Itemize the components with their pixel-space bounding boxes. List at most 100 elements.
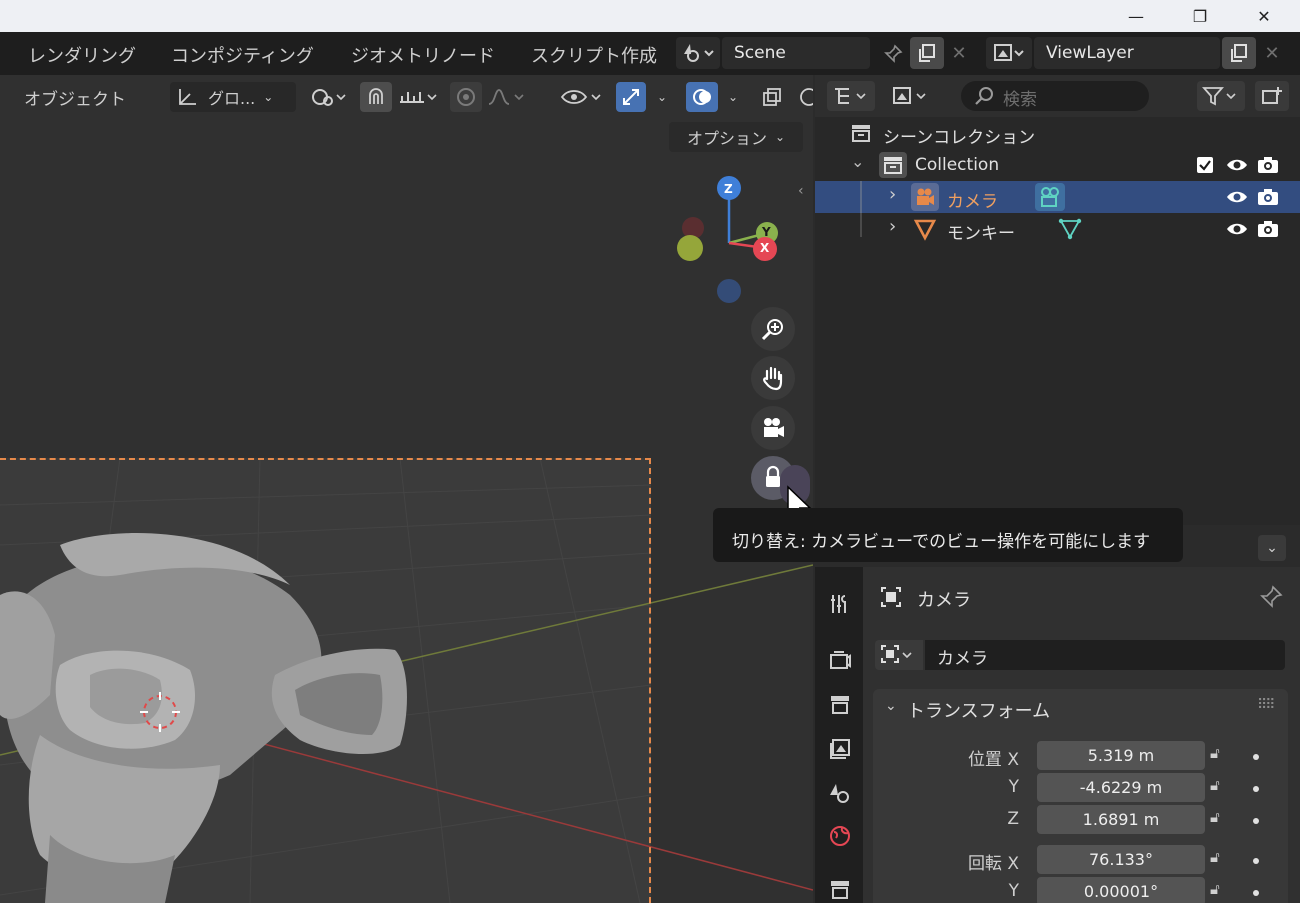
collection-row[interactable]: ⌄ Collection — [815, 149, 1300, 181]
filter-layer-dropdown[interactable] — [887, 81, 935, 111]
scene-collection-row[interactable]: シーンコレクション — [815, 117, 1300, 149]
outliner: 検索 シーンコレクション ⌄ Collection › カメラ › モンキー — [815, 75, 1300, 525]
filter-dropdown[interactable] — [1197, 81, 1245, 111]
transform-panel-header[interactable]: ⌄ トランスフォーム ⠿⠿ — [873, 689, 1288, 729]
properties-editor: ⌄ カメラ カメラ ⌄ トランスフォーム ⠿⠿ 位置 X 5.319 m 🔓︎ … — [815, 527, 1300, 903]
tab-scripting[interactable]: スクリプト作成 — [531, 42, 657, 68]
keyframe-dot[interactable] — [1253, 858, 1259, 864]
scene-name-field[interactable]: Scene — [722, 37, 870, 69]
camera-data-icon[interactable] — [1035, 183, 1065, 211]
xray-toggle[interactable] — [756, 82, 788, 112]
snap-toggle[interactable] — [360, 82, 392, 112]
render-camera-icon[interactable] — [1256, 187, 1280, 207]
close-window-button[interactable]: ✕ — [1232, 0, 1296, 32]
new-view-layer-button[interactable] — [1222, 37, 1256, 69]
object-name-field[interactable]: カメラ — [925, 640, 1285, 670]
rotation-y-label: Y — [1008, 881, 1019, 901]
transform-orientation-dropdown[interactable]: グロ... ⌄ — [170, 82, 296, 112]
tab-geometry-nodes[interactable]: ジオメトリノード — [351, 42, 495, 68]
object-data-browse-button[interactable] — [875, 640, 923, 670]
outliner-item-camera[interactable]: › カメラ — [815, 181, 1300, 213]
mesh-data-icon[interactable] — [1058, 217, 1082, 241]
view-layer-tab[interactable] — [827, 736, 853, 762]
minimize-button[interactable]: — — [1104, 0, 1168, 32]
tab-compositing[interactable]: コンポジティング — [171, 42, 314, 68]
output-icon — [831, 696, 849, 714]
shading-mode-button[interactable] — [794, 82, 813, 112]
exclude-checkbox[interactable] — [1197, 157, 1213, 173]
gizmo-x-label[interactable]: X — [760, 241, 769, 255]
pan-button[interactable] — [751, 356, 795, 400]
object-visibility-dropdown[interactable] — [556, 82, 608, 112]
pivot-point-button[interactable] — [304, 82, 354, 112]
gizmo-y-label[interactable]: Y — [762, 225, 771, 239]
search-icon — [975, 87, 993, 105]
scene-tab[interactable] — [827, 780, 853, 806]
scene-selector-button[interactable] — [676, 37, 720, 69]
options-dropdown[interactable]: オプション ⌄ — [669, 122, 803, 152]
render-camera-icon[interactable] — [1256, 155, 1280, 175]
tab-rendering[interactable]: レンダリング — [28, 42, 136, 68]
lock-rotation-x-icon[interactable]: 🔓︎ — [1210, 848, 1220, 866]
rotation-y-field[interactable]: 0.00001° — [1037, 877, 1205, 903]
delete-scene-button[interactable]: ✕ — [946, 40, 972, 66]
chevron-down-icon[interactable]: ⌄ — [1258, 535, 1286, 561]
outliner-search-input[interactable]: 検索 — [961, 81, 1149, 111]
eye-icon[interactable] — [1225, 156, 1249, 174]
proportional-icon — [457, 88, 475, 106]
overlays-toggle[interactable] — [686, 82, 718, 112]
rotation-x-field[interactable]: 76.133° — [1037, 845, 1205, 874]
display-mode-dropdown[interactable] — [827, 81, 875, 111]
overlays-dropdown[interactable]: ⌄ — [720, 82, 746, 112]
location-x-field[interactable]: 5.319 m — [1037, 741, 1205, 770]
falloff-dropdown[interactable] — [484, 82, 530, 112]
location-y-field[interactable]: -4.6229 m — [1037, 773, 1205, 802]
location-z-field[interactable]: 1.6891 m — [1037, 805, 1205, 834]
outliner-item-label: カメラ — [947, 192, 998, 212]
snap-target-dropdown[interactable] — [394, 82, 442, 112]
mode-selector[interactable]: オブジェクト — [10, 82, 140, 112]
world-tab[interactable] — [827, 823, 853, 849]
collection-tab[interactable] — [827, 877, 853, 903]
pin-icon[interactable] — [1259, 585, 1283, 609]
maximize-button[interactable]: ❐ — [1168, 0, 1232, 32]
gizmo-toggle[interactable] — [616, 82, 646, 112]
render-tab[interactable] — [827, 647, 853, 673]
render-icon — [830, 651, 851, 669]
outliner-item-monkey[interactable]: › モンキー — [815, 213, 1300, 245]
tool-settings-tab[interactable] — [827, 591, 853, 617]
chevron-down-icon[interactable]: ⌄ — [851, 152, 864, 171]
new-collection-icon — [1262, 87, 1282, 104]
keyframe-dot[interactable] — [1253, 786, 1259, 792]
gizmo-dropdown[interactable]: ⌄ — [648, 82, 676, 112]
camera-frame-border — [0, 458, 651, 903]
keyframe-dot[interactable] — [1253, 890, 1259, 896]
eye-icon[interactable] — [1225, 220, 1249, 238]
view-layer-name-field[interactable]: ViewLayer — [1034, 37, 1220, 69]
output-tab[interactable] — [827, 692, 853, 718]
new-scene-button[interactable] — [910, 37, 944, 69]
chevron-right-icon[interactable]: › — [889, 184, 896, 205]
proportional-editing-toggle[interactable] — [450, 82, 482, 112]
pin-scene-icon[interactable] — [880, 42, 906, 66]
options-label: オプション — [686, 129, 767, 148]
lock-location-z-icon[interactable]: 🔓︎ — [1210, 808, 1220, 826]
lock-rotation-y-icon[interactable]: 🔓︎ — [1210, 880, 1220, 898]
render-camera-icon[interactable] — [1256, 219, 1280, 239]
camera-view-button[interactable] — [751, 406, 795, 450]
lock-location-y-icon[interactable]: 🔓︎ — [1210, 776, 1220, 794]
view-layer-selector-button[interactable] — [986, 37, 1032, 69]
window-titlebar: — ❐ ✕ — [0, 0, 1300, 32]
lock-location-x-icon[interactable]: 🔓︎ — [1210, 744, 1220, 762]
zoom-button[interactable] — [751, 307, 795, 351]
eye-icon[interactable] — [1225, 188, 1249, 206]
drag-handle-icon[interactable]: ⠿⠿ — [1257, 697, 1275, 713]
keyframe-dot[interactable] — [1253, 754, 1259, 760]
new-collection-button[interactable] — [1255, 81, 1289, 111]
chevron-right-icon[interactable]: › — [889, 216, 896, 237]
3d-viewport[interactable]: Z Y X オブジェクト グロ... ⌄ ⌄ ⌄ オプション ⌄ ‹ — [0, 75, 813, 903]
delete-view-layer-button[interactable]: ✕ — [1259, 40, 1285, 66]
sidebar-toggle-icon[interactable]: ‹ — [798, 183, 804, 199]
gizmo-z-label[interactable]: Z — [724, 182, 733, 196]
keyframe-dot[interactable] — [1253, 818, 1259, 824]
